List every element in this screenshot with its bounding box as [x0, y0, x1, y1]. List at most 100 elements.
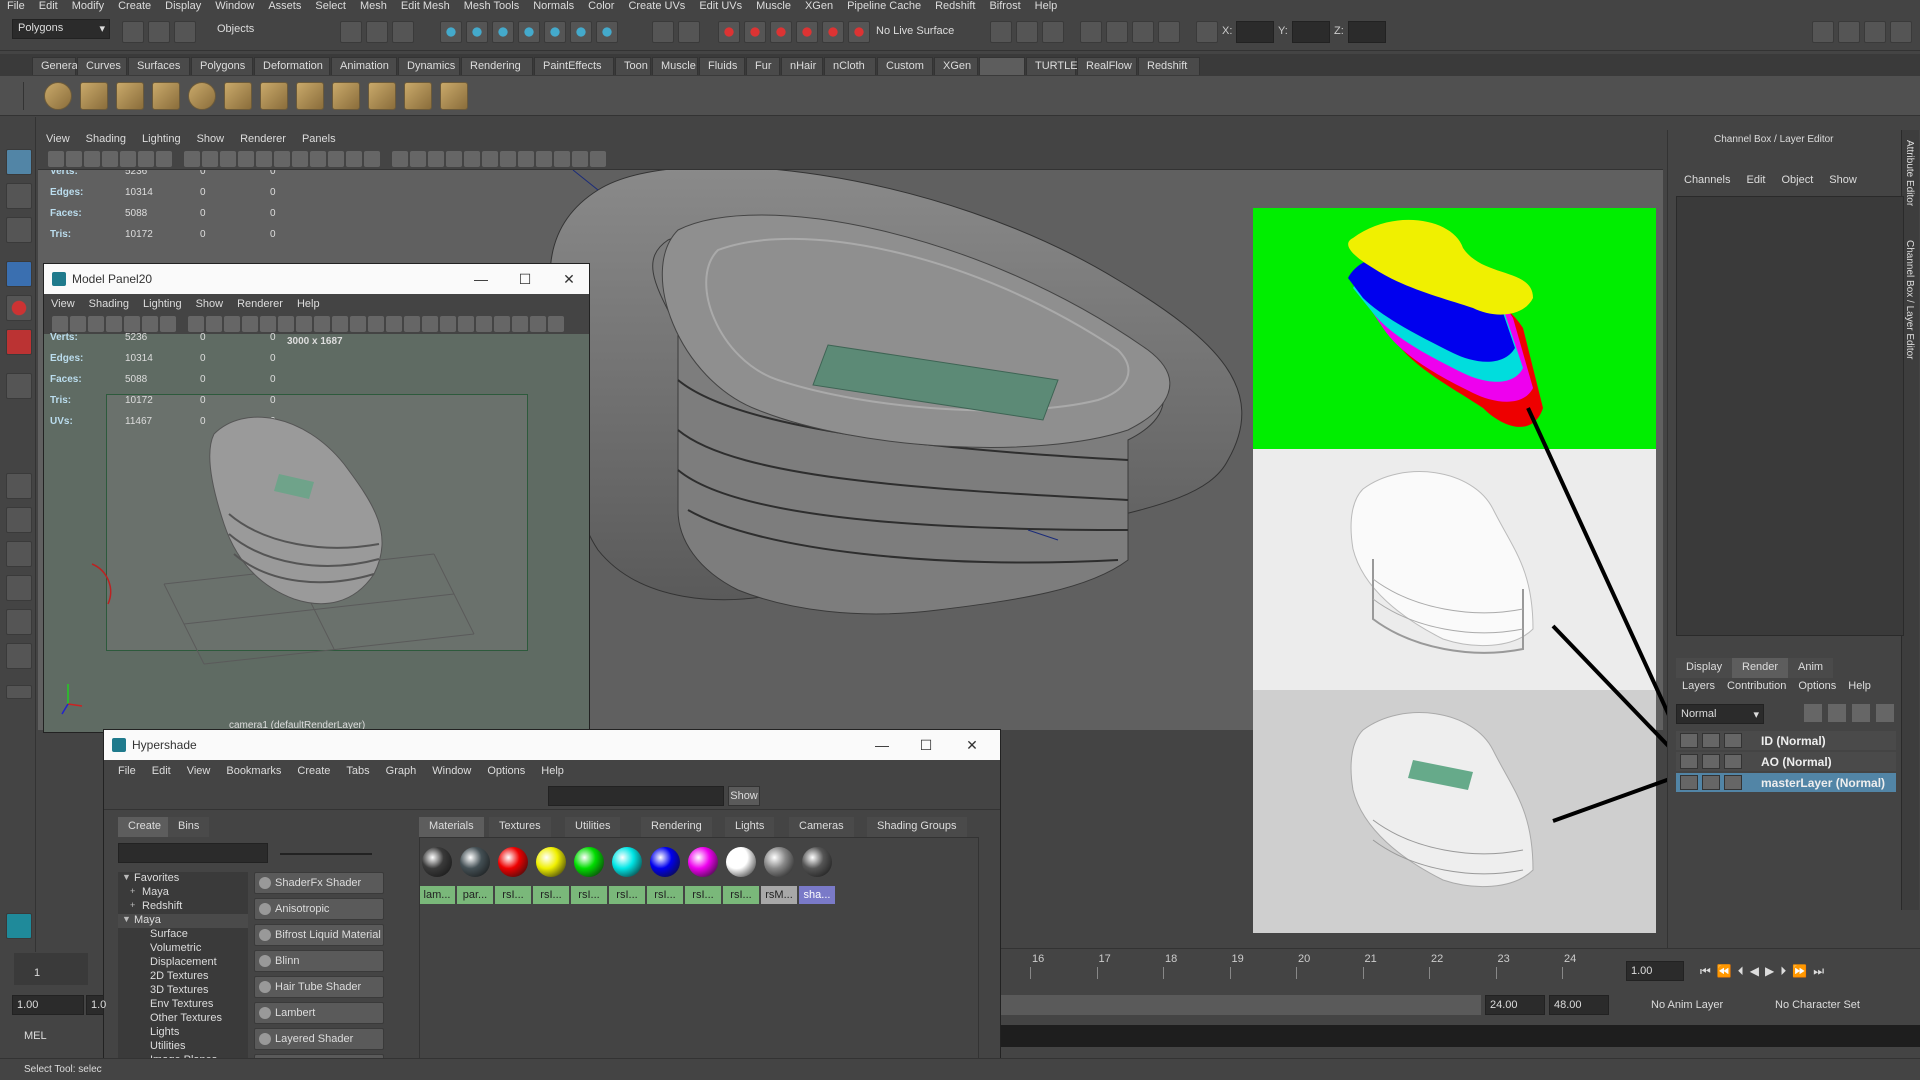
close-button[interactable]: ✕ — [962, 735, 982, 755]
render-layer-settings-icon[interactable] — [1876, 704, 1894, 722]
shelf-tab-muscle[interactable]: Muscle — [652, 57, 698, 75]
create-tab-bins[interactable]: Bins — [168, 817, 210, 837]
browser-tab-cameras[interactable]: Cameras — [789, 817, 854, 837]
viewport-tool-icon[interactable] — [238, 151, 254, 167]
tree-item[interactable]: Surface — [118, 928, 248, 942]
open-scene-icon[interactable] — [148, 21, 170, 43]
model-panel-menu-help[interactable]: Help — [290, 298, 327, 310]
viewport-tool-icon[interactable] — [48, 151, 64, 167]
range-slider[interactable] — [1001, 995, 1481, 1015]
step-back-key-icon[interactable]: ⏪ — [1717, 964, 1732, 978]
tree-item[interactable]: + Redshift — [118, 900, 248, 914]
shelf-tab-animation[interactable]: Animation — [331, 57, 397, 75]
menu-help[interactable]: Help — [1028, 0, 1065, 12]
channel-box-tab[interactable]: Channel Box / Layer Editor — [1904, 240, 1915, 360]
viewport-tool-icon[interactable] — [464, 151, 480, 167]
viewport-tool-icon[interactable] — [202, 151, 218, 167]
channel-menu-channels[interactable]: Channels — [1676, 174, 1738, 186]
menu-normals[interactable]: Normals — [526, 0, 581, 12]
viewport-tool-icon[interactable] — [310, 151, 326, 167]
select-tool-icon[interactable] — [6, 149, 32, 175]
shelf-tab-dynamics[interactable]: Dynamics — [398, 57, 460, 75]
hypershade-search-input[interactable] — [548, 786, 724, 806]
menu-select[interactable]: Select — [308, 0, 353, 12]
model-panel-tool-icon[interactable] — [458, 316, 474, 332]
expand-plus-icon[interactable]: + — [130, 900, 135, 910]
viewport-tool-icon[interactable] — [102, 151, 118, 167]
minimize-button[interactable]: — — [471, 269, 491, 289]
model-panel-tool-icon[interactable] — [278, 316, 294, 332]
live-surface-icon[interactable] — [848, 21, 870, 43]
viewport-menu-panels[interactable]: Panels — [294, 130, 344, 148]
viewport-tool-icon[interactable] — [536, 151, 552, 167]
snap-curve-icon[interactable] — [466, 21, 488, 43]
model-panel-titlebar[interactable]: Model Panel20 — ☐ ✕ — [44, 264, 589, 294]
model-panel-tool-icon[interactable] — [476, 316, 492, 332]
combine-icon[interactable] — [224, 82, 252, 110]
recycle-toggle-icon[interactable] — [1702, 775, 1720, 790]
viewport-tool-icon[interactable] — [500, 151, 516, 167]
tree-item[interactable]: Utilities — [118, 1040, 248, 1054]
uv-pane-icon[interactable] — [6, 643, 32, 669]
menu-edit[interactable]: Edit — [32, 0, 65, 12]
menu-mesh-tools[interactable]: Mesh Tools — [457, 0, 526, 12]
shelf-tab-realflow[interactable]: RealFlow — [1077, 57, 1137, 75]
model-panel-tool-icon[interactable] — [296, 316, 312, 332]
viewport-tool-icon[interactable] — [138, 151, 154, 167]
menu-window[interactable]: Window — [208, 0, 261, 12]
viewport-tool-icon[interactable] — [364, 151, 380, 167]
layer-menu-options[interactable]: Options — [1792, 680, 1842, 692]
render-layer-row[interactable]: ID (Normal) — [1676, 731, 1896, 750]
hypershade-menu-bookmarks[interactable]: Bookmarks — [218, 765, 289, 777]
scale-tool-icon[interactable] — [6, 329, 32, 355]
material-swatch[interactable]: rsM... — [761, 844, 797, 904]
viewport-tool-icon[interactable] — [328, 151, 344, 167]
tree-item[interactable]: Displacement — [118, 956, 248, 970]
step-back-frame-icon[interactable]: ⏴ — [1738, 964, 1744, 979]
model-panel-tool-icon[interactable] — [332, 316, 348, 332]
command-line-input[interactable] — [1001, 1025, 1920, 1047]
viewport-menu-show[interactable]: Show — [189, 130, 233, 148]
render-layer-row[interactable]: masterLayer (Normal) — [1676, 773, 1896, 792]
material-swatch[interactable]: rsI... — [647, 844, 683, 904]
material-swatch[interactable]: par... — [457, 844, 493, 904]
hypershade-titlebar[interactable]: Hypershade — ☐ ✕ — [104, 730, 1000, 760]
render-settings-icon[interactable] — [770, 21, 792, 43]
shelf-tab-painteffects[interactable]: PaintEffects — [534, 57, 614, 75]
extrude-icon[interactable] — [296, 82, 324, 110]
menu-assets[interactable]: Assets — [261, 0, 308, 12]
render-settings-icon[interactable] — [1724, 775, 1742, 790]
select-component-icon[interactable] — [392, 21, 414, 43]
render-settings-icon[interactable] — [1724, 733, 1742, 748]
layer-tab-render[interactable]: Render — [1732, 658, 1789, 678]
menu-pipeline-cache[interactable]: Pipeline Cache — [840, 0, 928, 12]
material-swatch[interactable]: rsI... — [609, 844, 645, 904]
snap-grid-icon[interactable] — [440, 21, 462, 43]
recycle-toggle-icon[interactable] — [1702, 754, 1720, 769]
move-tool-icon[interactable] — [6, 261, 32, 287]
expand-plus-icon[interactable]: + — [130, 886, 135, 896]
model-panel-viewport[interactable]: 3000 x 1687 Verts: 5236 0 0 Edges: 10314 0 0 Fac… — [44, 332, 589, 732]
y-field[interactable] — [1292, 21, 1330, 43]
layer-menu-help[interactable]: Help — [1842, 680, 1877, 692]
show-button[interactable]: Show — [728, 786, 760, 806]
menu-redshift[interactable]: Redshift — [928, 0, 982, 12]
create-filter-input[interactable] — [118, 843, 268, 863]
tree-item[interactable]: + Maya — [118, 886, 248, 900]
viewport-tool-icon[interactable] — [446, 151, 462, 167]
viewport-tool-icon[interactable] — [482, 151, 498, 167]
shelf-tab-ncloth[interactable]: nCloth — [824, 57, 876, 75]
material-swatch[interactable]: rsI... — [685, 844, 721, 904]
history-icon[interactable] — [678, 21, 700, 43]
node-anisotropic[interactable]: Anisotropic — [254, 898, 384, 920]
hypershade-icon[interactable] — [796, 21, 818, 43]
render-layer-icon[interactable] — [1852, 704, 1870, 722]
maximize-button[interactable]: ☐ — [515, 269, 535, 289]
channel-menu-edit[interactable]: Edit — [1738, 174, 1773, 186]
menu-bifrost[interactable]: Bifrost — [982, 0, 1027, 12]
hypershade-menu-tabs[interactable]: Tabs — [338, 765, 377, 777]
model-panel-menu-lighting[interactable]: Lighting — [136, 298, 189, 310]
menu-mesh[interactable]: Mesh — [353, 0, 394, 12]
current-frame-field[interactable]: 1.00 — [1626, 961, 1684, 981]
viewport-menu-renderer[interactable]: Renderer — [232, 130, 294, 148]
